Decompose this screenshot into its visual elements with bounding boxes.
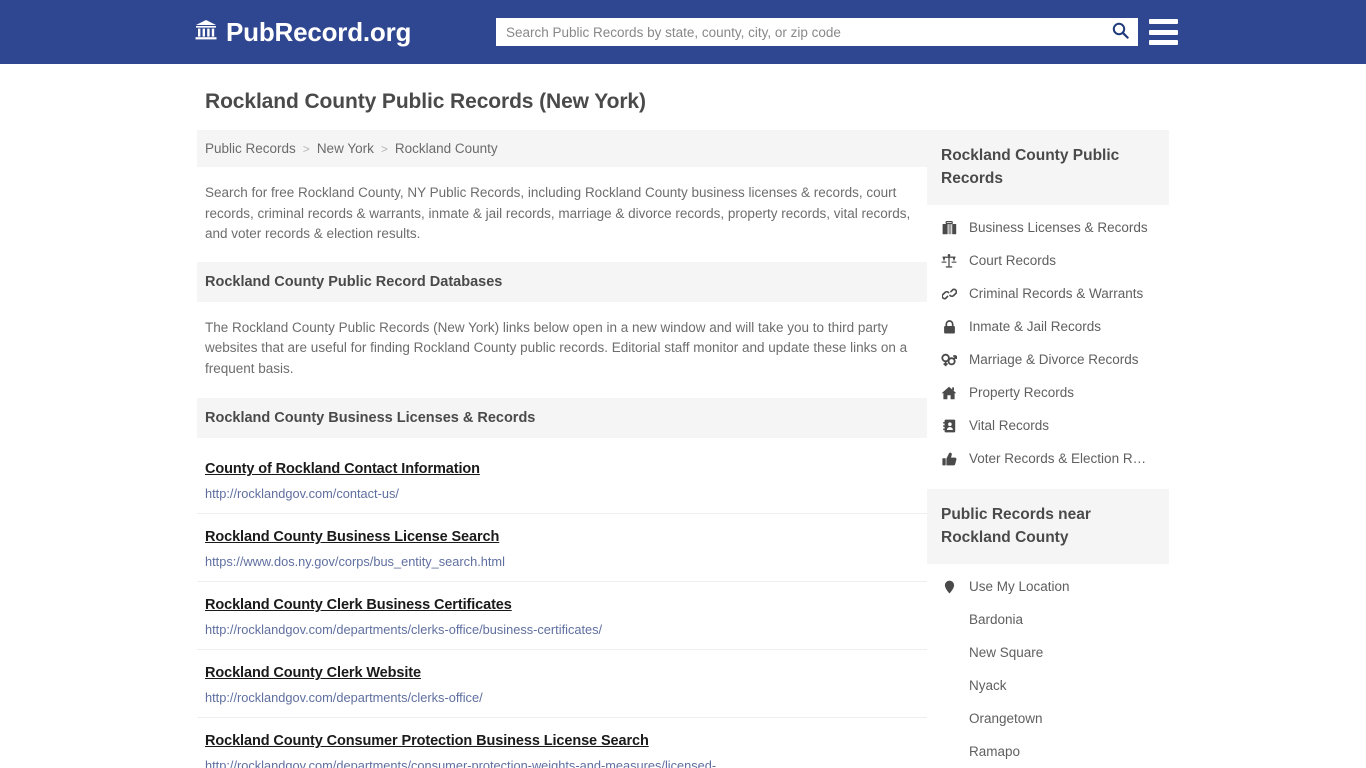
databases-description: The Rockland County Public Records (New … xyxy=(205,319,908,376)
sidebar-item-label: Court Records xyxy=(969,253,1057,268)
breadcrumb-separator: > xyxy=(380,141,388,156)
scales-of-justice-icon xyxy=(941,253,957,268)
sidebar-item-label: Business Licenses & Records xyxy=(969,220,1148,235)
breadcrumb-separator: > xyxy=(302,141,310,156)
site-header: PubRecord.org xyxy=(0,0,1366,64)
map-pin-icon xyxy=(941,580,957,594)
record-link-url[interactable]: http://rocklandgov.com/departments/clerk… xyxy=(205,690,905,705)
sidebar-item-label: New Square xyxy=(969,645,1044,660)
business-license-link-list: County of Rockland Contact Information h… xyxy=(197,442,927,768)
sidebar-item-label: Property Records xyxy=(969,385,1075,400)
sidebar-item-label: Voter Records & Election R… xyxy=(969,451,1147,466)
sidebar-item-label: Nyack xyxy=(969,678,1007,693)
sidebar-item-bardonia[interactable]: Bardonia xyxy=(927,603,1169,636)
search-bar xyxy=(496,18,1138,46)
address-book-icon xyxy=(941,419,957,433)
breadcrumb-item-rockland-county[interactable]: Rockland County xyxy=(395,141,498,156)
sidebar-item-label: Inmate & Jail Records xyxy=(969,319,1102,334)
sidebar-records-list: Business Licenses & Records Court Record… xyxy=(927,205,1169,475)
sidebar-item-vital-records[interactable]: Vital Records xyxy=(927,409,1169,442)
sidebar-item-court-records[interactable]: Court Records xyxy=(927,244,1169,277)
record-link-url[interactable]: http://rocklandgov.com/departments/clerk… xyxy=(205,622,905,637)
main-content: Public Records > New York > Rockland Cou… xyxy=(197,130,927,768)
search-input[interactable] xyxy=(496,18,1102,46)
section-heading-databases: Rockland County Public Record Databases xyxy=(197,261,927,302)
record-link-url[interactable]: https://www.dos.ny.gov/corps/bus_entity_… xyxy=(205,554,905,569)
section-heading-business-licenses: Rockland County Business Licenses & Reco… xyxy=(197,398,927,438)
record-link-url[interactable]: http://rocklandgov.com/contact-us/ xyxy=(205,486,905,501)
sidebar-item-inmate-jail-records[interactable]: Inmate & Jail Records xyxy=(927,310,1169,343)
brand-name: PubRecord.org xyxy=(226,17,412,47)
male-female-symbol-icon xyxy=(941,353,957,367)
thumbs-up-icon xyxy=(941,452,957,466)
sidebar-item-business-licenses[interactable]: Business Licenses & Records xyxy=(927,211,1169,244)
search-button[interactable] xyxy=(1102,18,1138,46)
search-icon xyxy=(1112,22,1129,42)
sidebar-item-ramapo[interactable]: Ramapo xyxy=(927,735,1169,768)
record-link-title[interactable]: County of Rockland Contact Information xyxy=(205,461,480,477)
home-icon xyxy=(941,386,957,400)
list-item: Rockland County Business License Search … xyxy=(197,513,927,581)
sidebar-item-nyack[interactable]: Nyack xyxy=(927,669,1169,702)
sidebar-item-use-my-location[interactable]: Use My Location xyxy=(927,570,1169,603)
record-link-url[interactable]: http://rocklandgov.com/departments/consu… xyxy=(205,758,905,768)
list-item: Rockland County Consumer Protection Busi… xyxy=(197,717,927,768)
sidebar-item-label: Marriage & Divorce Records xyxy=(969,352,1139,367)
list-item: County of Rockland Contact Information h… xyxy=(197,442,927,513)
chain-link-icon xyxy=(941,287,957,301)
page-title: Rockland County Public Records (New York… xyxy=(205,90,646,113)
sidebar: Rockland County Public Records Business … xyxy=(927,130,1169,768)
content-columns: Public Records > New York > Rockland Cou… xyxy=(197,130,1169,768)
record-link-title[interactable]: Rockland County Business License Search xyxy=(205,529,499,545)
breadcrumb-item-public-records[interactable]: Public Records xyxy=(205,141,296,156)
sidebar-heading-records: Rockland County Public Records xyxy=(927,130,1169,205)
hamburger-bar xyxy=(1149,40,1178,45)
record-link-title[interactable]: Rockland County Consumer Protection Busi… xyxy=(205,733,649,749)
list-item: Rockland County Clerk Business Certifica… xyxy=(197,581,927,649)
sidebar-item-label: Vital Records xyxy=(969,418,1050,433)
hamburger-bar xyxy=(1149,29,1178,35)
sidebar-item-property-records[interactable]: Property Records xyxy=(927,376,1169,409)
sidebar-item-label: Orangetown xyxy=(969,711,1043,726)
sidebar-item-voter-records[interactable]: Voter Records & Election R… xyxy=(927,442,1169,475)
briefcase-icon xyxy=(941,220,957,235)
hamburger-menu-icon[interactable] xyxy=(1149,17,1178,47)
page-container: Rockland County Public Records (New York… xyxy=(0,64,1366,768)
sidebar-item-marriage-divorce-records[interactable]: Marriage & Divorce Records xyxy=(927,343,1169,376)
sidebar-item-label: Criminal Records & Warrants xyxy=(969,286,1144,301)
bank-icon xyxy=(195,19,217,45)
list-item: Rockland County Clerk Website http://roc… xyxy=(197,649,927,717)
sidebar-heading-nearby: Public Records near Rockland County xyxy=(927,489,1169,564)
brand-logo-link[interactable]: PubRecord.org xyxy=(195,19,411,45)
record-link-title[interactable]: Rockland County Clerk Business Certifica… xyxy=(205,597,512,613)
intro-paragraph: Search for free Rockland County, NY Publ… xyxy=(205,185,911,241)
sidebar-item-criminal-records[interactable]: Criminal Records & Warrants xyxy=(927,277,1169,310)
lock-icon xyxy=(941,319,957,334)
record-link-title[interactable]: Rockland County Clerk Website xyxy=(205,665,421,681)
breadcrumb-item-new-york[interactable]: New York xyxy=(317,141,374,156)
sidebar-item-orangetown[interactable]: Orangetown xyxy=(927,702,1169,735)
sidebar-item-new-square[interactable]: New Square xyxy=(927,636,1169,669)
breadcrumb: Public Records > New York > Rockland Cou… xyxy=(197,130,927,167)
hamburger-bar xyxy=(1149,19,1178,24)
sidebar-item-label: Use My Location xyxy=(969,579,1070,594)
sidebar-nearby-list: Use My Location Bardonia New Square Nyac… xyxy=(927,564,1169,768)
sidebar-item-label: Ramapo xyxy=(969,744,1021,759)
sidebar-item-label: Bardonia xyxy=(969,612,1024,627)
